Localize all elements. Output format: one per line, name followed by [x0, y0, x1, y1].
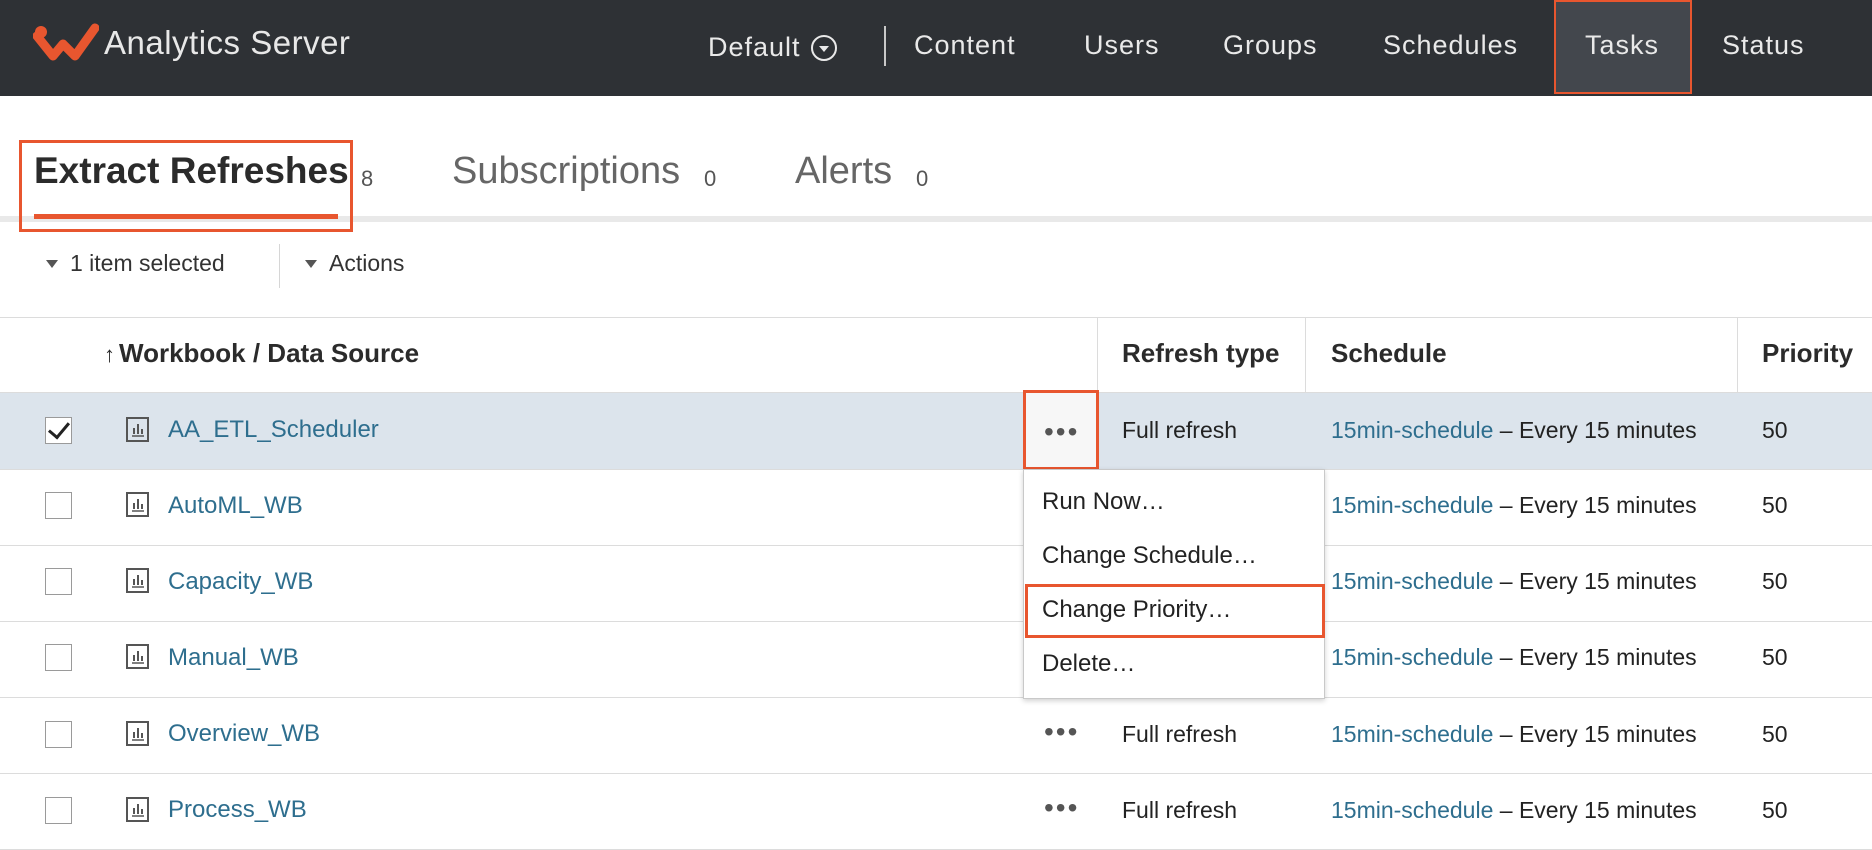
schedule-link[interactable]: 15min-schedule [1331, 492, 1493, 518]
refresh-type: Full refresh [1122, 797, 1238, 823]
workbook-icon [126, 721, 149, 746]
selection-count-label: 1 item selected [70, 250, 225, 276]
nav-item-status[interactable]: Status [1722, 0, 1805, 96]
row-checkbox[interactable] [45, 644, 72, 671]
schedule-detail: – Every 15 minutes [1499, 417, 1697, 443]
column-header-workbook[interactable]: ↑ Workbook / Data Source [104, 338, 419, 369]
schedule-detail: – Every 15 minutes [1499, 492, 1697, 518]
menu-item-delete[interactable]: Delete… [1042, 650, 1135, 678]
workbook-name-link[interactable]: Process_WB [168, 796, 307, 824]
column-header-refresh-type[interactable]: Refresh type [1122, 338, 1280, 369]
row-checkbox[interactable] [45, 797, 72, 824]
workbook-name-link[interactable]: Capacity_WB [168, 568, 313, 596]
tab-subscriptions[interactable]: Subscriptions [452, 150, 680, 193]
site-name: Default [708, 32, 801, 62]
nav-item-content[interactable]: Content [914, 0, 1016, 96]
more-actions-icon[interactable]: ••• [1044, 792, 1079, 824]
workbook-name-link[interactable]: AA_ETL_Scheduler [168, 416, 379, 444]
actions-label: Actions [329, 250, 405, 276]
table-row[interactable]: Capacity_WB 15min-schedule – Every 15 mi… [0, 546, 1872, 622]
sort-ascending-icon: ↑ [104, 342, 115, 367]
workbook-icon [126, 644, 149, 669]
workbook-icon [126, 568, 149, 593]
table-row[interactable]: Overview_WB ••• Full refresh 15min-sched… [0, 698, 1872, 774]
toolbar-divider [279, 244, 280, 288]
priority-value: 50 [1762, 492, 1788, 518]
table-row[interactable]: Process_WB ••• Full refresh 15min-schedu… [0, 774, 1872, 850]
nav-item-users[interactable]: Users [1084, 0, 1160, 96]
site-switcher[interactable]: Default [708, 0, 837, 96]
tab-extract-refreshes-count: 8 [361, 166, 374, 191]
refresh-type: Full refresh [1122, 721, 1238, 747]
table-row[interactable]: AA_ETL_Scheduler Full refresh 15min-sche… [0, 393, 1872, 469]
schedule-link[interactable]: 15min-schedule [1331, 797, 1493, 823]
top-navigation-bar: Analytics Server Default Content Users G… [0, 0, 1872, 96]
nav-item-groups[interactable]: Groups [1223, 0, 1318, 96]
workbook-icon [126, 492, 149, 517]
column-header-priority[interactable]: Priority [1762, 338, 1853, 369]
brand-logo-icon [33, 23, 99, 61]
nav-item-schedules[interactable]: Schedules [1383, 0, 1518, 96]
tab-subscriptions-count: 0 [704, 166, 717, 191]
caret-down-icon [305, 260, 317, 268]
priority-value: 50 [1762, 417, 1788, 443]
column-divider [1305, 318, 1306, 392]
app-brand-name: Analytics Server [104, 24, 351, 61]
chevron-down-circle-icon [810, 35, 837, 61]
checkmark-icon [47, 416, 71, 440]
nav-item-tasks[interactable]: Tasks [1585, 0, 1659, 96]
row-checkbox[interactable] [45, 721, 72, 748]
priority-value: 50 [1762, 568, 1788, 594]
schedule-detail: – Every 15 minutes [1499, 797, 1697, 823]
refresh-type: Full refresh [1122, 417, 1238, 443]
more-actions-icon[interactable]: ••• [1044, 716, 1079, 748]
priority-value: 50 [1762, 644, 1788, 670]
schedule-detail: – Every 15 minutes [1499, 568, 1697, 594]
menu-item-run-now[interactable]: Run Now… [1042, 488, 1165, 516]
row-checkbox[interactable] [45, 492, 72, 519]
schedule-link[interactable]: 15min-schedule [1331, 721, 1493, 747]
schedule-link[interactable]: 15min-schedule [1331, 417, 1493, 443]
menu-item-change-schedule[interactable]: Change Schedule… [1042, 542, 1257, 570]
workbook-name-link[interactable]: Manual_WB [168, 644, 299, 672]
table-row[interactable]: AutoML_WB 15min-schedule – Every 15 minu… [0, 470, 1872, 546]
schedule-link[interactable]: 15min-schedule [1331, 644, 1493, 670]
schedule-link[interactable]: 15min-schedule [1331, 568, 1493, 594]
actions-menu[interactable]: Actions [305, 250, 404, 277]
table-row[interactable]: Manual_WB 15min-schedule – Every 15 minu… [0, 622, 1872, 698]
priority-value: 50 [1762, 721, 1788, 747]
change-priority-highlight [1025, 584, 1325, 638]
workbook-name-link[interactable]: Overview_WB [168, 720, 320, 748]
active-tab-highlight [19, 140, 353, 232]
column-divider [1097, 318, 1098, 392]
selection-menu[interactable]: 1 item selected [46, 250, 225, 277]
tab-alerts-count: 0 [916, 166, 929, 191]
table-top-border [0, 317, 1872, 318]
priority-value: 50 [1762, 797, 1788, 823]
column-divider [1737, 318, 1738, 392]
caret-down-icon [46, 260, 58, 268]
workbook-name-link[interactable]: AutoML_WB [168, 492, 303, 520]
nav-divider [884, 26, 886, 66]
workbook-icon [126, 417, 149, 442]
workbook-icon [126, 797, 149, 822]
column-header-schedule[interactable]: Schedule [1331, 338, 1447, 369]
more-actions-icon[interactable]: ••• [1044, 416, 1079, 448]
schedule-detail: – Every 15 minutes [1499, 644, 1697, 670]
row-checkbox[interactable] [45, 568, 72, 595]
schedule-detail: – Every 15 minutes [1499, 721, 1697, 747]
tab-alerts[interactable]: Alerts [795, 150, 892, 193]
row-checkbox[interactable] [45, 416, 72, 444]
